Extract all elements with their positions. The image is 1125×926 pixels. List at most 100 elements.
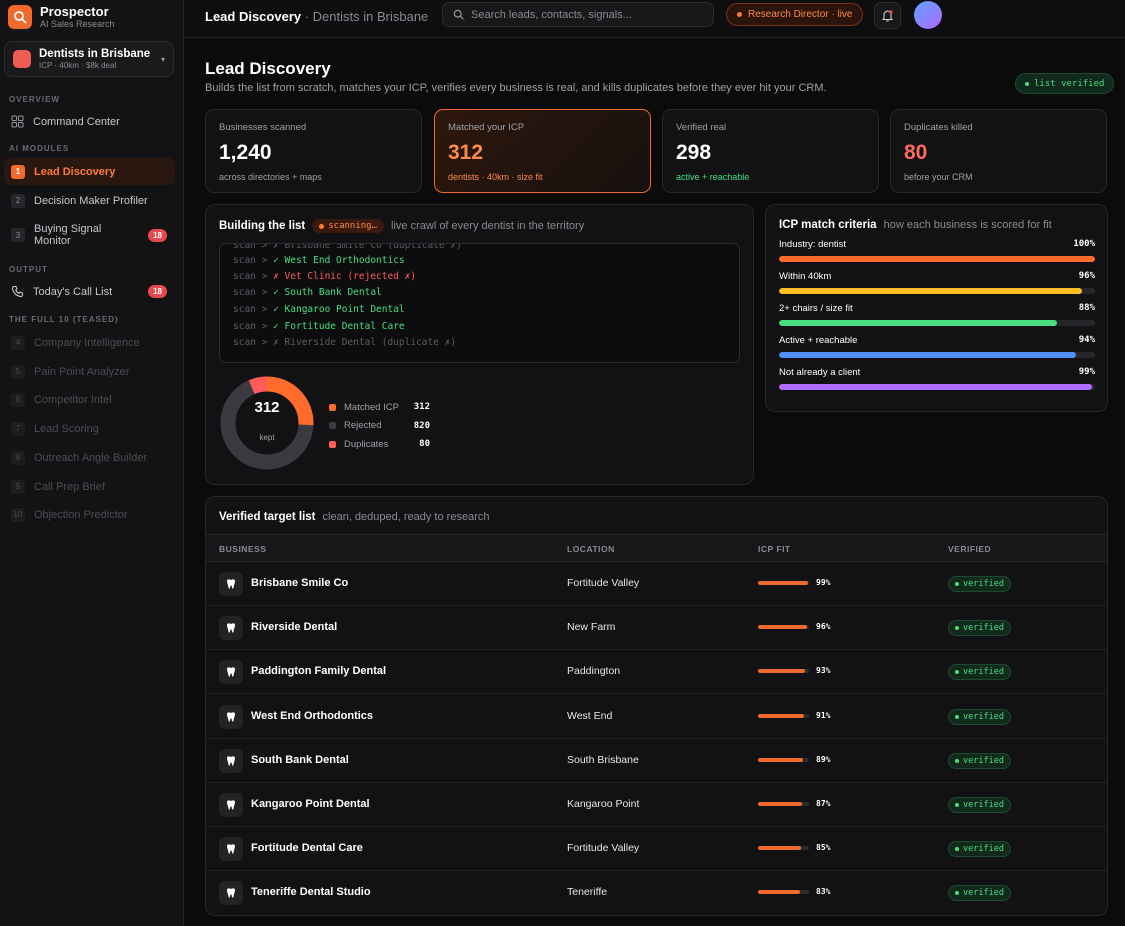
panel-header: Building the list scanning… live crawl o… bbox=[219, 219, 584, 233]
verified-label: verified bbox=[963, 623, 1004, 634]
stat-card-verified: Verified real 298 active + reachable bbox=[662, 109, 879, 193]
sidebar-item-competitor-intel[interactable]: 6 Competitor Intel bbox=[4, 390, 175, 409]
business-name[interactable]: Fortitude Dental Care bbox=[251, 842, 363, 854]
sidebar-item-company-intelligence[interactable]: 4 Company Intelligence bbox=[4, 333, 175, 352]
donut-chart bbox=[220, 376, 314, 470]
log-prefix: scan > bbox=[233, 243, 268, 251]
verified-label: verified bbox=[963, 711, 1004, 722]
donut-center-label: kept bbox=[259, 433, 275, 442]
column-header-verified[interactable]: VERIFIED bbox=[948, 544, 991, 554]
icp-fit-bar-fill bbox=[758, 757, 804, 762]
criteria-label: Industry: dentist bbox=[779, 239, 847, 250]
column-header-icp-fit[interactable]: ICP FIT bbox=[758, 544, 791, 554]
building-list-panel: Building the list scanning… live crawl o… bbox=[205, 204, 754, 485]
count-badge: 18 bbox=[148, 228, 167, 242]
stat-label: Matched your ICP bbox=[448, 122, 525, 133]
tooth-icon bbox=[219, 793, 243, 817]
icp-fit-bar bbox=[758, 713, 809, 718]
business-name[interactable]: Brisbane Smile Co bbox=[251, 577, 348, 589]
icp-fit-bar bbox=[758, 757, 809, 762]
sidebar-item-lead-discovery[interactable]: 1 Lead Discovery bbox=[4, 158, 175, 185]
icp-fit-percent: 91% bbox=[816, 710, 831, 720]
criteria-bar-fill bbox=[779, 384, 1092, 390]
icp-fit-percent: 87% bbox=[816, 799, 831, 808]
icp-criteria-panel: ICP match criteria how each business is … bbox=[765, 204, 1108, 412]
avatar[interactable] bbox=[914, 1, 942, 29]
notifications-button[interactable] bbox=[874, 2, 901, 29]
nav-section-output: OUTPUT bbox=[9, 265, 48, 274]
business-name[interactable]: Teneriffe Dental Studio bbox=[251, 886, 371, 898]
log-mark: ✗ bbox=[273, 271, 279, 282]
icp-fit-bar-fill bbox=[758, 625, 807, 630]
log-mark: ✓ bbox=[273, 304, 279, 315]
tooth-icon bbox=[219, 837, 243, 862]
sidebar-item-command-center[interactable]: Command Center bbox=[4, 112, 175, 131]
criteria-row: Active + reachable 94% bbox=[779, 335, 1095, 358]
workspace-name: Dentists in Brisbane bbox=[39, 47, 151, 60]
log-text: Vet Clinic (rejected ✗) bbox=[284, 271, 417, 282]
business-name[interactable]: Paddington Family Dental bbox=[251, 665, 386, 677]
verified-badge: verified bbox=[948, 620, 1011, 637]
log-mark: ✗ bbox=[273, 337, 279, 348]
scan-log-line: scan > ✗ Brisbane Smile Co (duplicate ✗) bbox=[233, 243, 462, 251]
breadcrumb-title: Lead Discovery bbox=[205, 9, 302, 24]
icp-fit-bar bbox=[758, 802, 809, 806]
phone-icon bbox=[11, 285, 24, 298]
table-row[interactable]: Paddington Family Dental Paddington 93% ver… bbox=[206, 650, 1107, 695]
live-dot bbox=[319, 223, 325, 229]
column-header-business[interactable]: BUSINESS bbox=[219, 544, 266, 554]
table-row[interactable]: West End Orthodontics West End 91% verified bbox=[206, 695, 1107, 739]
scan-status: scanning… bbox=[328, 221, 378, 231]
table-row[interactable]: South Bank Dental South Brisbane 89% verifi… bbox=[206, 739, 1107, 783]
legend-item-rejected: Rejected 820 bbox=[329, 417, 430, 436]
search-box[interactable] bbox=[442, 2, 714, 27]
business-name[interactable]: Kangaroo Point Dental bbox=[251, 798, 370, 810]
log-text: Riverside Dental (duplicate ✗) bbox=[284, 337, 457, 348]
criteria-bar bbox=[779, 352, 1095, 358]
sidebar-item-buying-signal-monitor[interactable]: 3 Buying Signal Monitor 18 bbox=[4, 221, 175, 249]
brand[interactable]: Prospector AI Sales Research bbox=[8, 4, 115, 30]
verified-badge: verified bbox=[948, 841, 1011, 858]
criteria-row: Not already a client 99% bbox=[779, 367, 1095, 390]
sidebar-item-call-list[interactable]: Today's Call List 18 bbox=[4, 282, 175, 301]
scan-log-line: scan > ✓ Kangaroo Point Dental bbox=[233, 304, 405, 315]
log-mark: ✓ bbox=[273, 287, 279, 298]
scan-log[interactable]: scan > ✗ Brisbane Smile Co (duplicate ✗)… bbox=[219, 243, 740, 363]
icp-fit-percent: 96% bbox=[816, 622, 831, 632]
workspace-switcher[interactable]: Dentists in Brisbane ICP · 40km · $8k de… bbox=[4, 41, 174, 77]
sidebar-item-objection-predictor[interactable]: 10 Objection Predictor bbox=[4, 505, 175, 524]
sidebar-item-label: Call Prep Brief bbox=[34, 480, 105, 493]
table-row[interactable]: Brisbane Smile Co Fortitude Valley 99% veri… bbox=[206, 562, 1107, 606]
table-row[interactable]: Kangaroo Point Dental Kangaroo Point 87% ve… bbox=[206, 783, 1107, 827]
panel-description: clean, deduped, ready to research bbox=[322, 511, 490, 523]
legend-swatch bbox=[329, 422, 336, 430]
legend-swatch bbox=[329, 403, 336, 411]
donut-legend: Matched ICP 312 Rejected 820 Duplicates … bbox=[329, 398, 430, 454]
table-row[interactable]: Teneriffe Dental Studio Teneriffe 83% verif… bbox=[206, 871, 1107, 915]
module-number: 8 bbox=[11, 450, 25, 465]
search-input[interactable] bbox=[471, 8, 701, 21]
search-icon bbox=[8, 5, 32, 29]
sidebar-item-outreach-angle-builder[interactable]: 8 Outreach Angle Builder bbox=[4, 448, 175, 467]
sidebar-item-pain-point-analyzer[interactable]: 5 Pain Point Analyzer bbox=[4, 362, 175, 381]
stat-footnote: before your CRM bbox=[904, 172, 973, 182]
column-header-location[interactable]: LOCATION bbox=[567, 544, 615, 554]
icp-fit-percent: 89% bbox=[816, 754, 831, 764]
scan-log-line: scan > ✓ Fortitude Dental Care bbox=[233, 321, 405, 332]
business-name[interactable]: Riverside Dental bbox=[251, 621, 337, 633]
verified-label: verified bbox=[963, 844, 1004, 855]
stat-footnote: across directories + maps bbox=[219, 172, 322, 182]
table-row[interactable]: Fortitude Dental Care Fortitude Valley 85%… bbox=[206, 827, 1107, 872]
business-name[interactable]: South Bank Dental bbox=[251, 754, 349, 766]
business-name[interactable]: West End Orthodontics bbox=[251, 710, 373, 722]
business-location: West End bbox=[567, 709, 613, 722]
sidebar-item-decision-maker-profiler[interactable]: 2 Decision Maker Profiler bbox=[4, 191, 175, 210]
sidebar-item-call-prep-brief[interactable]: 9 Call Prep Brief bbox=[4, 477, 175, 496]
table-row[interactable]: Riverside Dental New Farm 96% verified bbox=[206, 606, 1107, 651]
target-list-panel: Verified target list clean, deduped, rea… bbox=[205, 496, 1108, 916]
verified-label: verified bbox=[963, 667, 1004, 678]
role-status-pill[interactable]: Research Director · live bbox=[726, 3, 864, 26]
criteria-bar-fill bbox=[779, 256, 1095, 262]
sidebar-item-lead-scoring[interactable]: 7 Lead Scoring bbox=[4, 419, 175, 438]
verified-label: verified bbox=[963, 755, 1004, 766]
